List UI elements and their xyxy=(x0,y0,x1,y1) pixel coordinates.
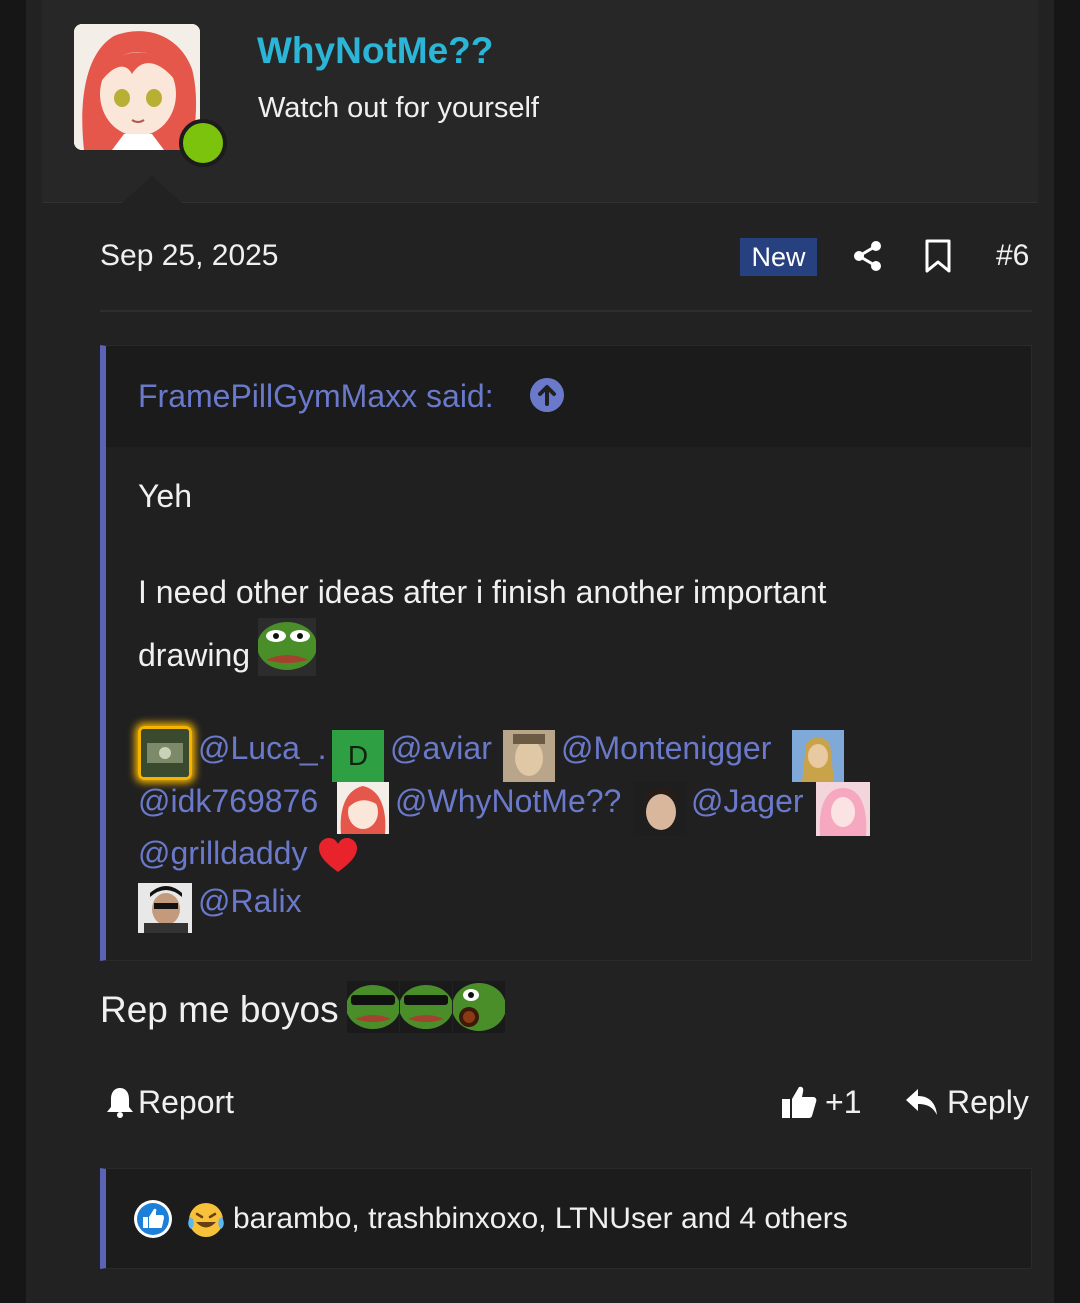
reactions-bar[interactable]: barambo, trashbinxoxo, LTNUser and 4 oth… xyxy=(100,1168,1032,1269)
arrow-up-circle-icon[interactable] xyxy=(530,378,564,412)
reply-icon xyxy=(906,1089,937,1115)
mention-link[interactable]: @idk769876 xyxy=(138,783,318,820)
mention-avatar[interactable] xyxy=(816,782,870,836)
mention-letter-avatar[interactable]: D xyxy=(332,730,384,782)
heart-icon xyxy=(319,838,357,872)
pepe-shocked-emoji xyxy=(453,981,505,1033)
quote-line: Yeh xyxy=(138,478,192,514)
user-title: Watch out for yourself xyxy=(258,92,539,124)
mention-link[interactable]: @Luca_. xyxy=(198,730,327,767)
mention-link[interactable]: @WhyNotMe?? xyxy=(395,783,621,820)
quote-author-link[interactable]: FramePillGymMaxx said: xyxy=(138,378,494,415)
like-button[interactable]: +1 xyxy=(781,1082,861,1122)
mention-avatar[interactable] xyxy=(503,730,555,782)
thumbs-up-icon xyxy=(782,1086,817,1118)
post-body-text: Rep me boyos xyxy=(100,989,339,1030)
mention-link[interactable]: @Montenigger xyxy=(561,730,771,767)
mention-link[interactable]: @Jager xyxy=(691,783,804,820)
quote-line: I need other ideas after i finish anothe… xyxy=(138,574,827,610)
laugh-cry-reaction-icon xyxy=(188,1203,224,1237)
mention-avatar[interactable] xyxy=(633,782,687,836)
mention-avatar[interactable] xyxy=(138,883,192,933)
reactions-summary-link[interactable]: barambo, trashbinxoxo, LTNUser and 4 oth… xyxy=(233,1202,848,1236)
report-button[interactable]: Report xyxy=(106,1082,234,1122)
pepe-sunglasses-emoji xyxy=(347,981,399,1033)
bookmark-icon[interactable] xyxy=(924,238,952,274)
quote-block: FramePillGymMaxx said: Yeh I need other … xyxy=(100,345,1032,961)
bell-icon xyxy=(107,1088,133,1118)
quote-header: FramePillGymMaxx said: xyxy=(106,346,1031,447)
share-icon[interactable] xyxy=(852,240,884,272)
username-link[interactable]: WhyNotMe?? xyxy=(257,30,493,72)
mention-link[interactable]: @aviar xyxy=(390,730,492,767)
mention-link[interactable]: @Ralix xyxy=(198,883,302,920)
mention-avatar[interactable] xyxy=(138,726,192,780)
reply-label: Reply xyxy=(947,1083,1029,1120)
like-count: +1 xyxy=(825,1083,862,1120)
pepe-sunglasses-emoji xyxy=(400,981,452,1033)
report-label: Report xyxy=(138,1083,235,1120)
pepe-emoji xyxy=(258,618,316,676)
reply-button[interactable]: Reply xyxy=(905,1082,1029,1122)
online-status-dot xyxy=(179,119,227,167)
quote-line: drawing xyxy=(138,637,251,673)
post-container: WhyNotMe?? Watch out for yourself Sep 25… xyxy=(26,0,1054,1303)
post-date[interactable]: Sep 25, 2025 xyxy=(100,239,279,273)
post-number-link[interactable]: #6 xyxy=(996,239,1029,273)
new-badge: New xyxy=(740,238,817,276)
user-block-pointer xyxy=(122,176,182,203)
divider xyxy=(100,310,1032,312)
like-reaction-icon xyxy=(134,1200,172,1238)
mention-avatar[interactable] xyxy=(337,782,389,834)
mention-avatar[interactable] xyxy=(792,730,844,782)
mention-link[interactable]: @grilldaddy xyxy=(138,835,307,872)
